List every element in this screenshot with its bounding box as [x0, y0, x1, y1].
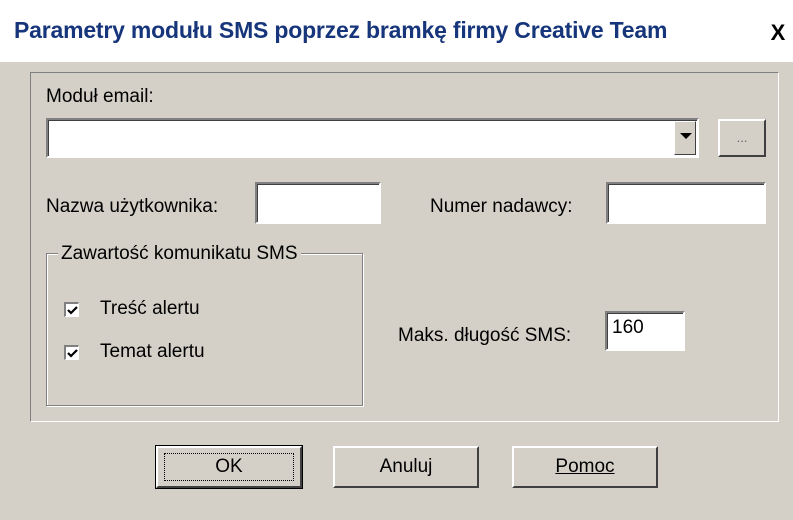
- alert-subject-checkbox[interactable]: [64, 345, 79, 360]
- alert-body-label[interactable]: Treść alertu: [100, 298, 200, 320]
- max-sms-length-label: Maks. długość SMS:: [398, 325, 572, 346]
- browse-button[interactable]: ...: [718, 119, 766, 157]
- sender-number-label: Numer nadawcy:: [430, 196, 573, 217]
- checkmark-icon: [67, 306, 78, 315]
- dropdown-button[interactable]: [674, 121, 696, 155]
- title-bar: Parametry modułu SMS poprzez bramkę firm…: [0, 0, 793, 62]
- email-module-select[interactable]: [46, 118, 699, 158]
- alert-body-checkbox[interactable]: [64, 302, 79, 317]
- help-button-label: Pomoc: [555, 456, 615, 477]
- alert-subject-label[interactable]: Temat alertu: [100, 341, 205, 363]
- dialog-window: Parametry modułu SMS poprzez bramkę firm…: [0, 0, 793, 520]
- help-button[interactable]: Pomoc: [512, 446, 658, 488]
- max-sms-length-value: 160: [612, 317, 644, 338]
- max-sms-length-input[interactable]: 160: [605, 311, 685, 351]
- username-input[interactable]: [255, 182, 381, 224]
- chevron-down-icon: [680, 133, 692, 139]
- email-module-label: Moduł email:: [46, 86, 154, 107]
- sms-content-legend: Zawartość komunikatu SMS: [58, 243, 301, 265]
- focus-indicator: [164, 453, 294, 481]
- sms-content-group: [46, 253, 363, 406]
- close-button[interactable]: X: [766, 22, 790, 44]
- username-label: Nazwa użytkownika:: [46, 196, 219, 217]
- sender-number-input[interactable]: [606, 182, 766, 224]
- cancel-button[interactable]: Anuluj: [333, 446, 479, 488]
- window-title: Parametry modułu SMS poprzez bramkę firm…: [14, 17, 668, 43]
- ok-button[interactable]: OK: [155, 445, 303, 489]
- checkmark-icon: [67, 349, 78, 358]
